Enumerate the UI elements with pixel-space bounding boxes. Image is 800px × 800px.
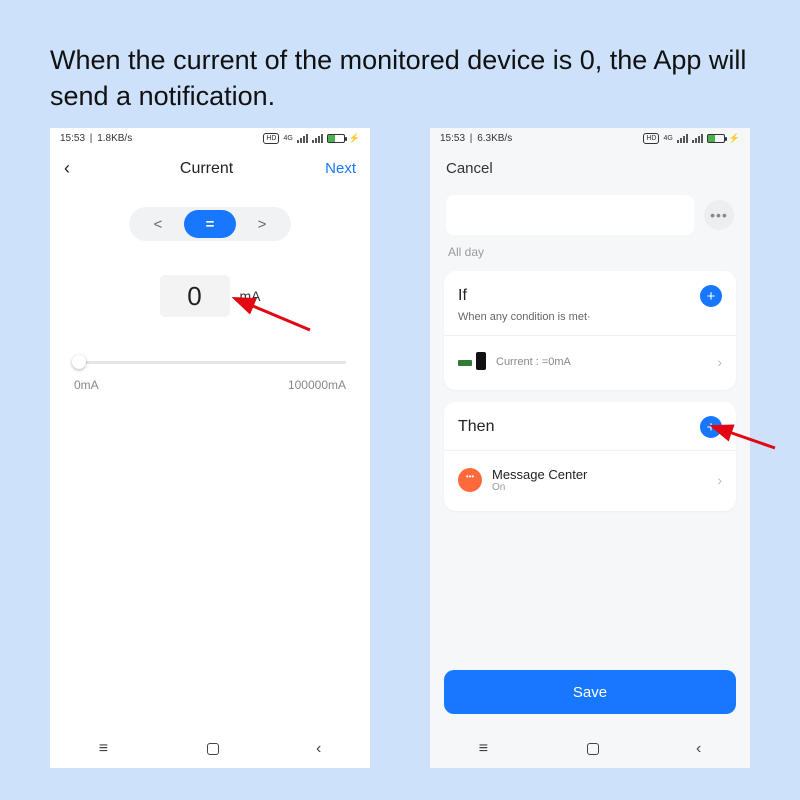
slider-min: 0mA — [74, 378, 99, 392]
signal-icon — [677, 134, 688, 143]
slider-max: 100000mA — [288, 378, 346, 392]
slider-thumb[interactable] — [72, 355, 86, 369]
phones-row: 15:53 | 1.8KB/s HD 4G ⚡ ‹ Current Next <… — [50, 128, 750, 780]
phone-current-screen: 15:53 | 1.8KB/s HD 4G ⚡ ‹ Current Next <… — [50, 128, 370, 768]
signal-icon-2 — [312, 134, 323, 143]
device-icon — [458, 352, 486, 372]
chevron-right-icon: › — [717, 354, 722, 370]
op-greater-than[interactable]: > — [236, 210, 288, 238]
slider-area: 0mA 100000mA — [50, 361, 370, 392]
hd-icon: HD — [263, 133, 279, 144]
automation-name-input[interactable] — [446, 195, 694, 235]
save-button[interactable]: Save — [444, 670, 736, 714]
value-row: 0 mA — [50, 275, 370, 317]
divider — [444, 450, 736, 451]
op-less-than[interactable]: < — [132, 210, 184, 238]
message-icon — [458, 468, 482, 492]
signal-icon — [297, 134, 308, 143]
next-button[interactable]: Next — [325, 160, 356, 177]
nav-home[interactable] — [207, 743, 219, 755]
then-card: Then + Message Center On › — [444, 402, 736, 511]
nav-home[interactable] — [587, 743, 599, 755]
battery-icon — [327, 134, 345, 143]
action-title: Message Center — [492, 467, 707, 482]
operator-segmented: < = > — [129, 207, 291, 241]
status-time: 15:53 — [60, 133, 85, 144]
if-subtitle: When any condition is met· — [458, 311, 722, 323]
nav-recents[interactable]: ≡ — [99, 740, 109, 758]
all-day-label: All day — [448, 245, 732, 259]
status-rate: 6.3KB/s — [477, 133, 512, 144]
network-label: 4G — [663, 135, 672, 142]
slider-track[interactable] — [74, 361, 346, 364]
network-label: 4G — [283, 135, 292, 142]
instruction-caption: When the current of the monitored device… — [50, 42, 750, 115]
android-nav: ≡ ‹ — [50, 740, 370, 758]
status-time: 15:53 — [440, 133, 465, 144]
value-input[interactable]: 0 — [160, 275, 230, 317]
if-add-button[interactable]: + — [700, 285, 722, 307]
status-bar: 15:53 | 1.8KB/s HD 4G ⚡ — [50, 128, 370, 148]
nav-back[interactable]: ‹ — [316, 740, 321, 758]
status-bar: 15:53 | 6.3KB/s HD 4G ⚡ — [430, 128, 750, 148]
op-equal[interactable]: = — [184, 210, 236, 238]
action-row[interactable]: Message Center On › — [458, 461, 722, 503]
condition-row[interactable]: Current : =0mA › — [458, 346, 722, 382]
hd-icon: HD — [643, 133, 659, 144]
status-sep: | — [467, 133, 475, 144]
slider-labels: 0mA 100000mA — [74, 378, 346, 392]
name-row: ••• — [446, 195, 734, 235]
value-unit: mA — [240, 288, 261, 304]
condition-text: Current : =0mA — [496, 356, 707, 368]
charging-icon: ⚡ — [349, 133, 360, 144]
then-title: Then — [458, 418, 494, 436]
chevron-right-icon: › — [717, 472, 722, 488]
page-title: Current — [180, 160, 233, 178]
signal-icon-2 — [692, 134, 703, 143]
android-nav: ≡ ‹ — [430, 740, 750, 758]
then-add-button[interactable]: + — [700, 416, 722, 438]
nav-back[interactable]: ‹ — [696, 740, 701, 758]
operator-row: < = > — [50, 207, 370, 241]
status-rate: 1.8KB/s — [97, 133, 132, 144]
cancel-button[interactable]: Cancel — [430, 148, 750, 185]
divider — [444, 335, 736, 336]
battery-icon — [707, 134, 725, 143]
charging-icon: ⚡ — [729, 133, 740, 144]
action-sub: On — [492, 482, 707, 493]
nav-recents[interactable]: ≡ — [479, 740, 489, 758]
more-button[interactable]: ••• — [704, 200, 734, 230]
phone-automation-screen: 15:53 | 6.3KB/s HD 4G ⚡ Cancel ••• All d… — [430, 128, 750, 768]
if-card: If + When any condition is met· Current … — [444, 271, 736, 390]
if-title: If — [458, 287, 467, 305]
status-sep: | — [87, 133, 95, 144]
back-button[interactable]: ‹ — [64, 158, 88, 179]
screen-header: ‹ Current Next — [50, 148, 370, 185]
